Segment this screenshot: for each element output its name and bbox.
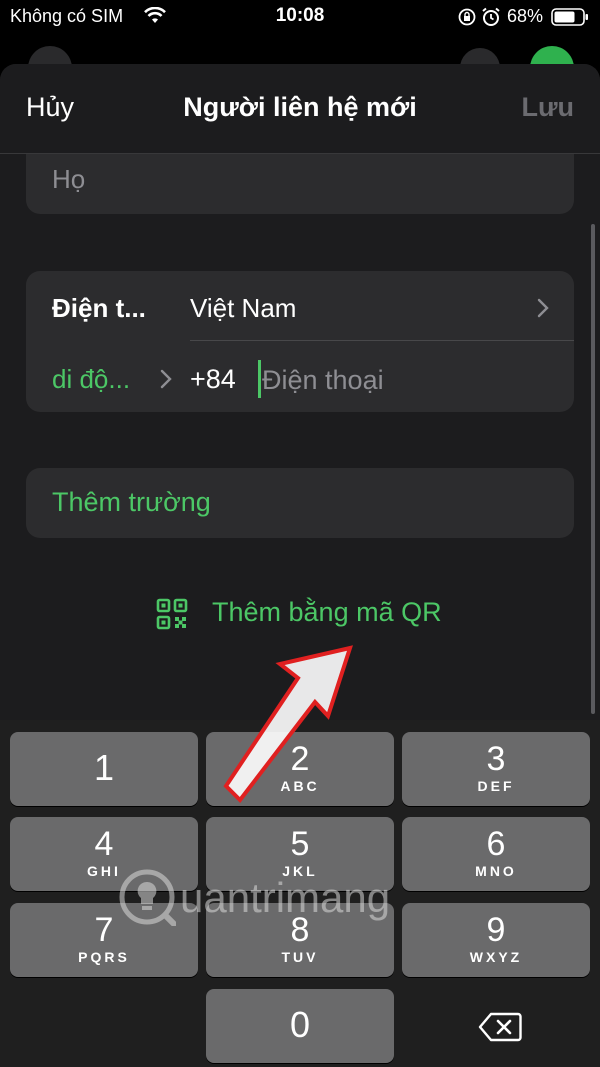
phone-type-selector[interactable]: di độ... bbox=[52, 364, 130, 395]
battery-icon bbox=[551, 8, 588, 26]
key-digit: 4 bbox=[94, 825, 114, 863]
key-digit: 3 bbox=[486, 740, 506, 778]
battery-percent: 68% bbox=[507, 6, 544, 26]
key-digit: 1 bbox=[93, 747, 115, 788]
last-name-field[interactable]: Họ bbox=[52, 164, 85, 195]
key-3[interactable]: 3 DEF bbox=[402, 732, 590, 806]
chevron-right-icon bbox=[537, 298, 549, 318]
chevron-right-icon bbox=[160, 369, 172, 389]
key-letters: TUV bbox=[281, 949, 319, 965]
watermark-text: uantrimang bbox=[180, 874, 391, 921]
watermark: uantrimang bbox=[118, 864, 478, 934]
add-field-button[interactable]: Thêm trường bbox=[26, 468, 574, 538]
nav-bar: Hủy Người liên hệ mới Lưu bbox=[0, 64, 600, 154]
add-by-qr-label: Thêm bằng mã QR bbox=[212, 597, 442, 627]
country-code-prefix: +84 bbox=[190, 364, 236, 394]
key-digit: 0 bbox=[289, 1004, 311, 1045]
key-0[interactable]: 0 bbox=[206, 989, 394, 1063]
phone-card: Điện t... Việt Nam di độ... +84 bbox=[26, 271, 574, 412]
lightbulb-logo-icon bbox=[119, 869, 176, 926]
qr-code-icon bbox=[156, 598, 188, 630]
key-letters: WXYZ bbox=[469, 949, 523, 965]
key-letters: PQRS bbox=[78, 949, 130, 965]
key-letters: DEF bbox=[477, 778, 515, 794]
save-button[interactable]: Lưu bbox=[521, 92, 574, 123]
key-digit: 5 bbox=[290, 825, 310, 863]
annotation-arrow-icon bbox=[223, 645, 353, 804]
status-bar: Không có SIM 10:08 68% bbox=[0, 0, 600, 34]
key-digit: 6 bbox=[486, 825, 506, 863]
backspace-icon[interactable] bbox=[478, 1012, 522, 1042]
country-selector[interactable]: Việt Nam bbox=[190, 293, 296, 324]
scrollbar[interactable] bbox=[591, 224, 595, 714]
page-title: Người liên hệ mới bbox=[183, 92, 417, 122]
phone-number-input[interactable] bbox=[262, 361, 552, 399]
orientation-lock-icon bbox=[458, 8, 476, 26]
divider bbox=[190, 340, 574, 341]
add-field-label: Thêm trường bbox=[52, 487, 211, 517]
phone-label: Điện t... bbox=[52, 293, 146, 323]
text-cursor bbox=[258, 360, 261, 398]
key-1[interactable]: 1 bbox=[10, 732, 198, 806]
alarm-icon bbox=[482, 7, 500, 26]
